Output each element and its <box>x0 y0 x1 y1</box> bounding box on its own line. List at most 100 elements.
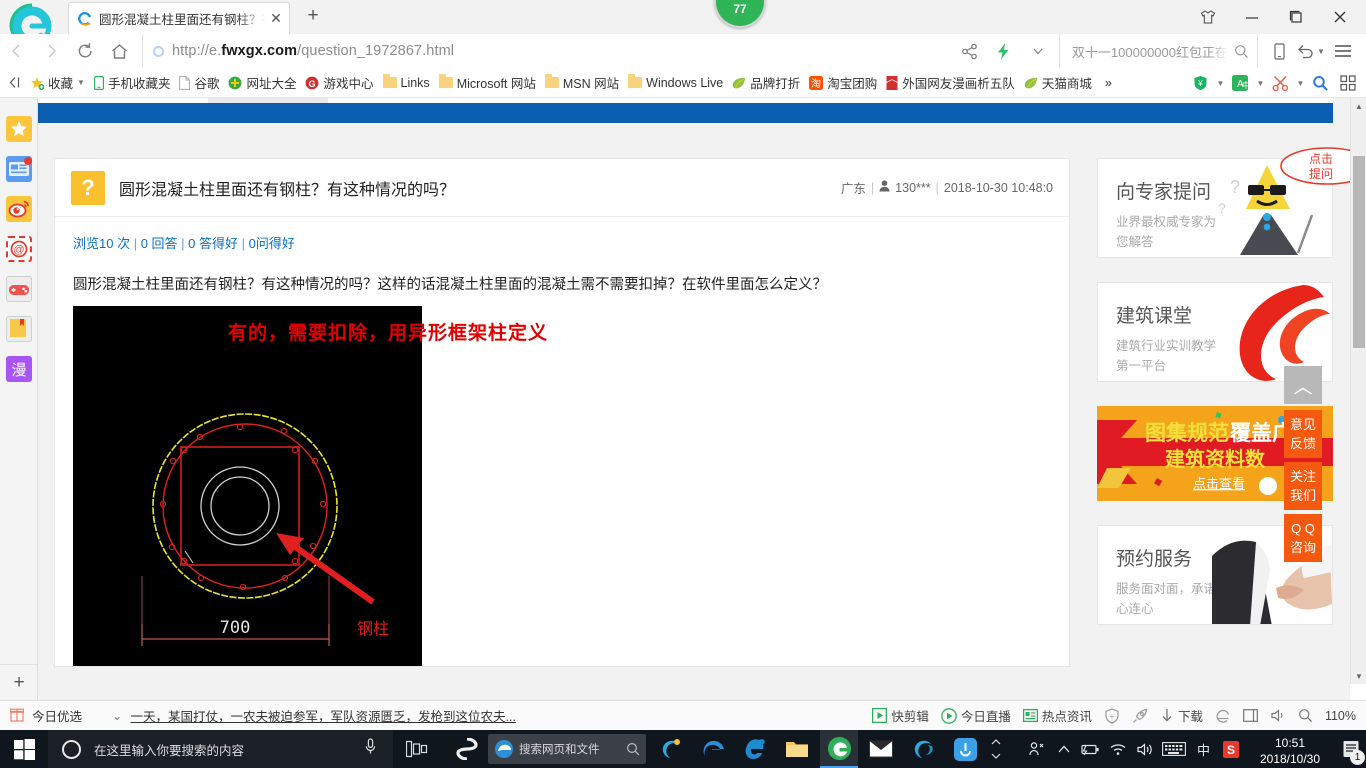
download-tool[interactable]: 下载 <box>1156 706 1207 725</box>
ime-chinese-icon[interactable]: 中 <box>1190 730 1217 768</box>
taskbar-overflow-arrows[interactable] <box>988 730 1004 768</box>
search-box[interactable]: 双十一100000000红包正在 <box>1058 34 1258 68</box>
bookmark-item[interactable]: 外国网友漫画析五队 <box>886 73 1015 92</box>
maximize-button[interactable] <box>1274 0 1318 34</box>
menu-button[interactable] <box>1326 34 1360 68</box>
bookmark-item[interactable]: 收藏 ▼ <box>30 73 85 92</box>
edge-search-bar[interactable]: 搜索网页和文件 <box>488 734 646 764</box>
vertical-scrollbar-thumb[interactable] <box>1353 156 1365 348</box>
back-to-top-button[interactable]: ︿ <box>1284 366 1322 404</box>
chevron-down-icon[interactable]: ▼ <box>77 78 85 87</box>
vertical-scrollbar[interactable]: ▲ ▼ <box>1350 98 1366 684</box>
taskbar-clock[interactable]: 10:51 2018/10/30 <box>1244 732 1336 767</box>
scroll-down-arrow[interactable]: ▼ <box>1351 668 1366 684</box>
rocket-icon[interactable] <box>1128 708 1152 724</box>
action-center-button[interactable]: 1 <box>1336 730 1366 768</box>
sogou-ime-icon[interactable]: S <box>1217 730 1244 768</box>
microphone-icon[interactable] <box>364 738 377 760</box>
skin-shirt-icon[interactable] <box>1186 0 1230 34</box>
forward-button[interactable] <box>34 34 68 68</box>
reload-button[interactable] <box>68 34 102 68</box>
sidebar-item-weibo[interactable] <box>6 196 32 222</box>
volume-icon[interactable] <box>1131 730 1158 768</box>
bookmark-item[interactable]: » <box>1101 76 1112 90</box>
magnifier-search-icon[interactable] <box>1306 68 1334 97</box>
sidebar-item-games[interactable] <box>6 276 32 302</box>
page-search-icon[interactable] <box>1294 708 1317 723</box>
new-tab-button[interactable]: + <box>300 5 326 27</box>
search-icon[interactable] <box>1234 44 1249 59</box>
chevron-down-icon[interactable]: ▼ <box>1257 79 1265 88</box>
follow-us-button[interactable]: 关注 我们 <box>1284 462 1322 510</box>
bookmark-item[interactable]: 网址大全 <box>228 73 296 92</box>
360-browser-taskbar-icon[interactable] <box>652 730 690 768</box>
qq-consult-button[interactable]: Q Q 咨询 <box>1284 514 1322 562</box>
more-tools-caret-icon[interactable] <box>1021 34 1055 68</box>
show-hidden-icons-chevron[interactable] <box>1050 730 1077 768</box>
browser-tab[interactable]: 圆形混凝土柱里面还有钢柱？有这 ✕ <box>68 2 290 34</box>
sidebar-item-favorites[interactable] <box>6 116 32 142</box>
bookmark-item[interactable]: 手机收藏夹 <box>93 73 170 92</box>
bookmark-item[interactable]: G 游戏中心 <box>305 73 374 92</box>
stat-answers[interactable]: 0 回答 <box>141 236 178 251</box>
chevron-down-icon[interactable]: ▼ <box>1317 47 1325 56</box>
undo-history-icon[interactable]: ▼ <box>1296 34 1326 68</box>
news-expand-icon[interactable]: ⌄ <box>112 708 122 723</box>
sidebar-item-news[interactable] <box>6 156 32 182</box>
stat-good-answers[interactable]: 0 答得好 <box>188 236 238 251</box>
shield-icon[interactable]: + <box>1100 707 1124 724</box>
mute-icon[interactable] <box>1266 708 1290 723</box>
ie-taskbar-icon[interactable] <box>736 730 774 768</box>
sidebar-item-mail[interactable]: @ <box>6 236 32 262</box>
quick-edit-tool[interactable]: 快剪辑 <box>868 706 933 725</box>
360-safe-icon[interactable] <box>904 730 942 768</box>
stat-views[interactable]: 浏览10 次 <box>73 236 130 251</box>
page-info-icon[interactable] <box>153 45 164 57</box>
mail-taskbar-icon[interactable] <box>862 730 900 768</box>
bookmarks-collapse-icon[interactable] <box>0 76 30 89</box>
screenshot-scissors-icon[interactable] <box>1266 68 1294 97</box>
share-icon[interactable] <box>953 34 987 68</box>
translate-icon[interactable]: A中 <box>1226 68 1254 97</box>
home-button[interactable] <box>102 34 136 68</box>
news-ticker[interactable]: 一天，某国打仗，一农夫被迫参军，军队资源匮乏，发枪到这位农夫... <box>131 706 516 725</box>
feedback-button[interactable]: 意见 反馈 <box>1284 410 1322 458</box>
back-button[interactable] <box>0 34 34 68</box>
stat-good-questions[interactable]: 0问得好 <box>249 236 295 251</box>
bookmark-item[interactable]: Links <box>382 74 430 90</box>
ie-compat-icon[interactable] <box>1211 708 1235 724</box>
score-badge[interactable]: 77 <box>714 0 766 28</box>
app-blue-icon[interactable] <box>946 730 984 768</box>
sidebar-add-button[interactable]: + <box>0 664 38 700</box>
hot-news-tool[interactable]: 热点资讯 <box>1019 706 1096 725</box>
bookmark-item[interactable]: Microsoft 网站 <box>438 73 536 92</box>
bookmark-item[interactable]: 谷歌 <box>179 73 219 92</box>
close-button[interactable] <box>1318 0 1362 34</box>
zoom-level-label[interactable]: 110% <box>1321 709 1360 723</box>
search-input[interactable]: 双十一100000000红包正在 <box>1072 42 1228 61</box>
bookmark-item[interactable]: 淘淘宝团购 <box>809 73 877 92</box>
site-navigation-bar[interactable] <box>38 103 1333 123</box>
chevron-down-icon[interactable]: ▼ <box>1217 79 1225 88</box>
minimize-button[interactable] <box>1230 0 1274 34</box>
daily-picks-label[interactable]: 今日优选 <box>32 706 82 725</box>
scroll-up-arrow[interactable]: ▲ <box>1351 98 1366 114</box>
battery-icon[interactable] <box>1077 730 1104 768</box>
live-tool[interactable]: 今日直播 <box>937 706 1015 725</box>
split-window-icon[interactable] <box>1239 708 1262 723</box>
edge-taskbar-icon[interactable] <box>694 730 732 768</box>
address-bar[interactable]: http://e.fwxgx.com/question_1972867.html <box>142 34 953 68</box>
bookmark-item[interactable]: 天猫商城 <box>1024 73 1092 92</box>
sidebar-item-comics[interactable]: 漫 <box>6 356 32 382</box>
360-secure-browser-icon[interactable] <box>820 730 858 768</box>
bookmark-item[interactable]: Windows Live <box>628 74 723 90</box>
speed-boost-icon[interactable] <box>987 34 1021 68</box>
mobile-view-icon[interactable] <box>1262 34 1296 68</box>
wifi-icon[interactable] <box>1104 730 1131 768</box>
sidebar-item-books[interactable] <box>6 316 32 342</box>
taskbar-search-box[interactable]: 在这里输入你要搜索的内容 <box>48 730 393 768</box>
cad-drawing-image[interactable]: 700 钢柱 <box>73 306 422 666</box>
task-view-icon[interactable] <box>398 730 436 768</box>
keyboard-icon[interactable] <box>1158 730 1190 768</box>
apps-grid-icon[interactable] <box>1334 68 1362 97</box>
